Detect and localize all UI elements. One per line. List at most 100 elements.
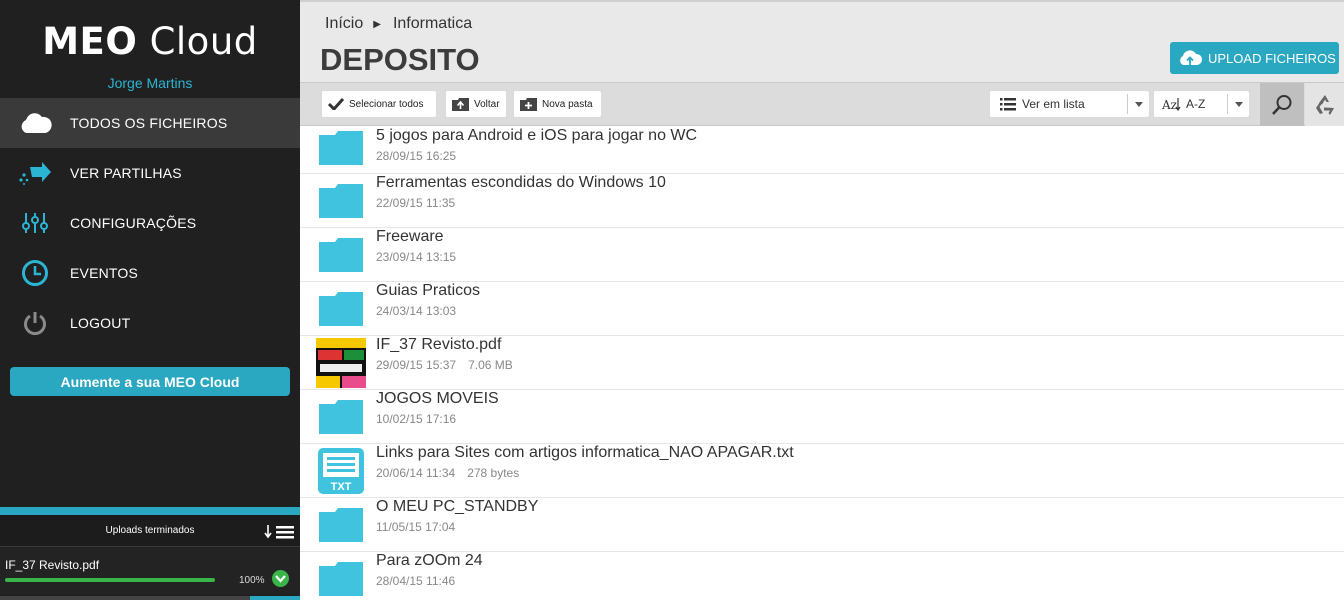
page-header: Início ▶ Informatica DEPOSITO UPLOAD FIC…: [300, 0, 1344, 82]
sidebar: MEO Cloud Jorge Martins TODOS OS FICHEIR…: [0, 0, 300, 600]
file-meta: 10/02/15 17:16: [376, 412, 456, 426]
minimize-list-icon: [264, 525, 294, 539]
cloud-upload-icon: [1178, 49, 1202, 67]
file-date: 20/06/14 11:34: [376, 466, 456, 480]
sidebar-item-events[interactable]: EVENTOS: [0, 248, 300, 298]
sidebar-item-label: EVENTOS: [70, 265, 139, 281]
file-row[interactable]: 5 jogos para Android e iOS para jogar no…: [300, 127, 1344, 174]
folder-icon: [316, 176, 366, 226]
file-meta: 11/05/15 17:04: [376, 520, 455, 534]
file-size: 7.06 MB: [468, 358, 513, 372]
txt-badge-label: TXT: [331, 481, 352, 493]
file-meta: 24/03/14 13:03: [376, 304, 456, 318]
sidebar-item-label: CONFIGURAÇÕES: [70, 215, 197, 231]
file-date: 28/09/15 16:25: [376, 149, 457, 163]
upload-percent: 100%: [239, 575, 265, 586]
sort-az-icon: Az: [1162, 97, 1182, 111]
uploads-toggle-button[interactable]: [263, 523, 297, 541]
file-date: 22/09/15 11:35: [376, 196, 456, 210]
view-mode-select[interactable]: Ver em lista: [990, 91, 1149, 117]
sidebar-item-label: TODOS OS FICHEIROS: [70, 115, 228, 131]
uploads-title: Uploads terminados: [105, 525, 195, 536]
sidebar-item-shares[interactable]: VER PARTILHAS: [0, 148, 300, 198]
file-row[interactable]: Ferramentas escondidas do Windows 10 22/…: [300, 174, 1344, 228]
back-button[interactable]: Voltar: [446, 91, 506, 117]
user-name[interactable]: Jorge Martins: [0, 75, 300, 91]
check-icon: [272, 570, 289, 587]
share-icon: [18, 158, 52, 188]
sidebar-item-label: VER PARTILHAS: [70, 165, 182, 181]
back-label: Voltar: [474, 98, 500, 110]
folder-icon: [316, 123, 366, 173]
folder-icon: [316, 284, 366, 334]
search-icon: [1272, 94, 1292, 115]
list-icon: [1000, 97, 1016, 111]
file-meta: 29/09/15 15:37 7.06 MB: [376, 358, 513, 372]
upload-files-label: UPLOAD FICHEIROS: [1208, 50, 1336, 66]
folder-up-icon: [452, 97, 469, 111]
chevron-down-icon: [1127, 94, 1149, 114]
file-date: 23/09/14 13:15: [376, 250, 457, 264]
folder-icon: [316, 392, 366, 442]
file-name: IF_37 Revisto.pdf: [376, 336, 502, 353]
file-name: Ferramentas escondidas do Windows 10: [376, 174, 666, 191]
new-folder-label: Nova pasta: [542, 98, 593, 110]
breadcrumb-item-current[interactable]: Informatica: [393, 15, 472, 33]
cloud-icon: [18, 108, 52, 138]
file-row[interactable]: Para zOOm 24 28/04/15 11:46: [300, 552, 1344, 600]
sort-select[interactable]: Az A-Z: [1154, 91, 1249, 117]
file-meta: 20/06/14 11:34 278 bytes: [376, 466, 519, 480]
bottom-strip-fill: [250, 596, 300, 600]
file-name: Freeware: [376, 228, 444, 245]
select-all-label: Selecionar todos: [349, 98, 424, 110]
sidebar-item-settings[interactable]: CONFIGURAÇÕES: [0, 198, 300, 248]
file-meta: 28/04/15 11:46: [376, 574, 455, 588]
recycle-bin-button[interactable]: [1305, 83, 1344, 126]
sidebar-item-all-files[interactable]: TODOS OS FICHEIROS: [0, 98, 300, 148]
txt-file-icon: TXT: [316, 446, 366, 496]
file-meta: 23/09/14 13:15: [376, 250, 456, 264]
pdf-thumbnail: [316, 338, 366, 388]
chevron-down-icon: [1227, 94, 1249, 114]
power-icon: [18, 308, 52, 338]
upgrade-button[interactable]: Aumente a sua MEO Cloud: [10, 367, 290, 396]
file-name: 5 jogos para Android e iOS para jogar no…: [376, 127, 698, 144]
select-all-button[interactable]: Selecionar todos: [322, 91, 436, 117]
file-row[interactable]: IF_37 Revisto.pdf 29/09/15 15:37 7.06 MB: [300, 336, 1344, 390]
file-meta: 28/09/15 16:25: [376, 149, 456, 163]
file-row[interactable]: JOGOS MOVEIS 10/02/15 17:16: [300, 390, 1344, 444]
file-date: 24/03/14 13:03: [376, 304, 457, 318]
uploads-header: Uploads terminados: [0, 515, 300, 547]
view-mode-value: Ver em lista: [1022, 97, 1085, 111]
logo-bold: MEO: [42, 20, 138, 63]
upload-files-button[interactable]: UPLOAD FICHEIROS: [1170, 42, 1339, 74]
bottom-strip: [0, 596, 300, 600]
breadcrumb: Início ▶ Informatica: [325, 15, 472, 33]
search-button[interactable]: [1260, 83, 1304, 126]
app-logo[interactable]: MEO Cloud: [0, 20, 300, 63]
recycle-icon: [1315, 94, 1334, 115]
file-row[interactable]: O MEU PC_STANDBY 11/05/15 17:04: [300, 498, 1344, 552]
file-list: 5 jogos para Android e iOS para jogar no…: [300, 127, 1344, 600]
sidebar-nav: TODOS OS FICHEIROS VER PARTILHAS CONFIGU…: [0, 98, 300, 348]
file-row[interactable]: Guias Praticos 24/03/14 13:03: [300, 282, 1344, 336]
upload-progress-bar: [5, 578, 215, 582]
svg-text:Az: Az: [1162, 98, 1177, 111]
file-row[interactable]: TXT Links para Sites com artigos informa…: [300, 444, 1344, 498]
file-name: Links para Sites com artigos informatica…: [376, 444, 794, 461]
sidebar-item-logout[interactable]: LOGOUT: [0, 298, 300, 348]
folder-icon: [316, 554, 366, 600]
file-name: O MEU PC_STANDBY: [376, 498, 539, 515]
main-content: Início ▶ Informatica DEPOSITO UPLOAD FIC…: [300, 0, 1344, 600]
checkmark-icon: [328, 98, 344, 110]
new-folder-button[interactable]: Nova pasta: [514, 91, 601, 117]
pdf-cover-image: [316, 338, 366, 388]
breadcrumb-item-home[interactable]: Início: [325, 15, 363, 33]
file-size: 278 bytes: [467, 466, 520, 480]
file-name: Para zOOm 24: [376, 552, 483, 569]
file-date: 10/02/15 17:16: [376, 412, 457, 426]
folder-icon: [316, 500, 366, 550]
file-row[interactable]: Freeware 23/09/14 13:15: [300, 228, 1344, 282]
folder-icon: [316, 230, 366, 280]
file-date: 29/09/15 15:37: [376, 358, 457, 372]
